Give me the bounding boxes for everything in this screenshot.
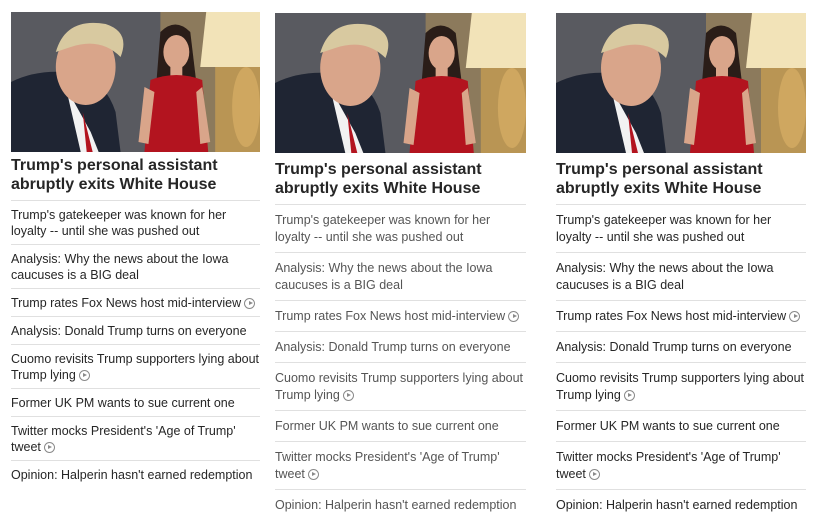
- related-link[interactable]: Opinion: Halperin hasn't earned redempti…: [275, 498, 516, 512]
- list-item: Analysis: Why the news about the Iowa ca…: [275, 253, 526, 301]
- list-item: Cuomo revisits Trump supporters lying ab…: [556, 363, 806, 411]
- story-headline[interactable]: Trump's personal assistant abruptly exit…: [556, 160, 806, 198]
- list-item: Trump rates Fox News host mid-interview: [11, 289, 260, 317]
- related-link[interactable]: Cuomo revisits Trump supporters lying ab…: [556, 371, 804, 402]
- story-photo[interactable]: [556, 13, 806, 153]
- play-icon: [43, 442, 55, 453]
- list-item: Twitter mocks President's 'Age of Trump'…: [11, 417, 260, 461]
- list-item: Twitter mocks President's 'Age of Trump'…: [556, 442, 806, 490]
- list-item: Trump rates Fox News host mid-interview: [275, 301, 526, 332]
- story-headline[interactable]: Trump's personal assistant abruptly exit…: [11, 156, 260, 194]
- play-icon: [508, 311, 520, 322]
- related-link[interactable]: Former UK PM wants to sue current one: [275, 419, 499, 433]
- list-item: Former UK PM wants to sue current one: [11, 389, 260, 417]
- list-item: Twitter mocks President's 'Age of Trump'…: [275, 442, 526, 490]
- story-photo[interactable]: [11, 12, 260, 152]
- related-link[interactable]: Cuomo revisits Trump supporters lying ab…: [11, 352, 259, 382]
- play-icon: [623, 390, 635, 401]
- related-link[interactable]: Opinion: Halperin hasn't earned redempti…: [11, 468, 252, 482]
- related-link[interactable]: Trump rates Fox News host mid-interview: [556, 309, 786, 323]
- list-item: Cuomo revisits Trump supporters lying ab…: [275, 363, 526, 411]
- play-icon: [588, 469, 600, 480]
- list-item: Cuomo revisits Trump supporters lying ab…: [11, 345, 260, 389]
- list-item: Analysis: Donald Trump turns on everyone: [11, 317, 260, 345]
- related-link[interactable]: Analysis: Donald Trump turns on everyone: [275, 340, 511, 354]
- list-item: Opinion: Halperin hasn't earned redempti…: [556, 490, 806, 520]
- related-link[interactable]: Former UK PM wants to sue current one: [11, 396, 235, 410]
- story-module-1: Trump's personal assistant abruptly exit…: [11, 12, 260, 488]
- play-icon: [244, 298, 256, 309]
- list-item: Trump's gatekeeper was known for her loy…: [11, 201, 260, 245]
- play-icon: [789, 311, 801, 322]
- related-link[interactable]: Cuomo revisits Trump supporters lying ab…: [275, 371, 523, 402]
- story-module-2: Trump's personal assistant abruptly exit…: [275, 13, 526, 520]
- story-photo[interactable]: [275, 13, 526, 153]
- list-item: Analysis: Donald Trump turns on everyone: [275, 332, 526, 363]
- list-item: Trump's gatekeeper was known for her loy…: [556, 205, 806, 253]
- list-item: Trump's gatekeeper was known for her loy…: [275, 205, 526, 253]
- related-link[interactable]: Analysis: Donald Trump turns on everyone: [11, 324, 247, 338]
- photo-illustration: [556, 13, 806, 153]
- photo-illustration: [11, 12, 260, 152]
- list-item: Trump rates Fox News host mid-interview: [556, 301, 806, 332]
- play-icon: [342, 390, 354, 401]
- related-link[interactable]: Former UK PM wants to sue current one: [556, 419, 780, 433]
- list-item: Former UK PM wants to sue current one: [275, 411, 526, 442]
- list-item: Opinion: Halperin hasn't earned redempti…: [11, 461, 260, 488]
- related-link[interactable]: Trump's gatekeeper was known for her loy…: [556, 213, 771, 244]
- story-module-3: Trump's personal assistant abruptly exit…: [556, 13, 806, 520]
- list-item: Analysis: Why the news about the Iowa ca…: [11, 245, 260, 289]
- related-links-list: Trump's gatekeeper was known for her loy…: [275, 204, 526, 520]
- list-item: Analysis: Why the news about the Iowa ca…: [556, 253, 806, 301]
- related-link[interactable]: Trump rates Fox News host mid-interview: [11, 296, 241, 310]
- list-item: Former UK PM wants to sue current one: [556, 411, 806, 442]
- story-headline[interactable]: Trump's personal assistant abruptly exit…: [275, 160, 526, 198]
- play-icon: [307, 469, 319, 480]
- photo-illustration: [275, 13, 526, 153]
- related-link[interactable]: Analysis: Donald Trump turns on everyone: [556, 340, 792, 354]
- related-links-list: Trump's gatekeeper was known for her loy…: [11, 200, 260, 488]
- list-item: Opinion: Halperin hasn't earned redempti…: [275, 490, 526, 520]
- related-link[interactable]: Trump's gatekeeper was known for her loy…: [275, 213, 490, 244]
- list-item: Analysis: Donald Trump turns on everyone: [556, 332, 806, 363]
- related-link[interactable]: Trump's gatekeeper was known for her loy…: [11, 208, 226, 238]
- related-link[interactable]: Trump rates Fox News host mid-interview: [275, 309, 505, 323]
- related-link[interactable]: Analysis: Why the news about the Iowa ca…: [556, 261, 773, 292]
- related-link[interactable]: Analysis: Why the news about the Iowa ca…: [11, 252, 228, 282]
- related-link[interactable]: Opinion: Halperin hasn't earned redempti…: [556, 498, 797, 512]
- related-links-list: Trump's gatekeeper was known for her loy…: [556, 204, 806, 520]
- play-icon: [78, 370, 90, 381]
- related-link[interactable]: Analysis: Why the news about the Iowa ca…: [275, 261, 492, 292]
